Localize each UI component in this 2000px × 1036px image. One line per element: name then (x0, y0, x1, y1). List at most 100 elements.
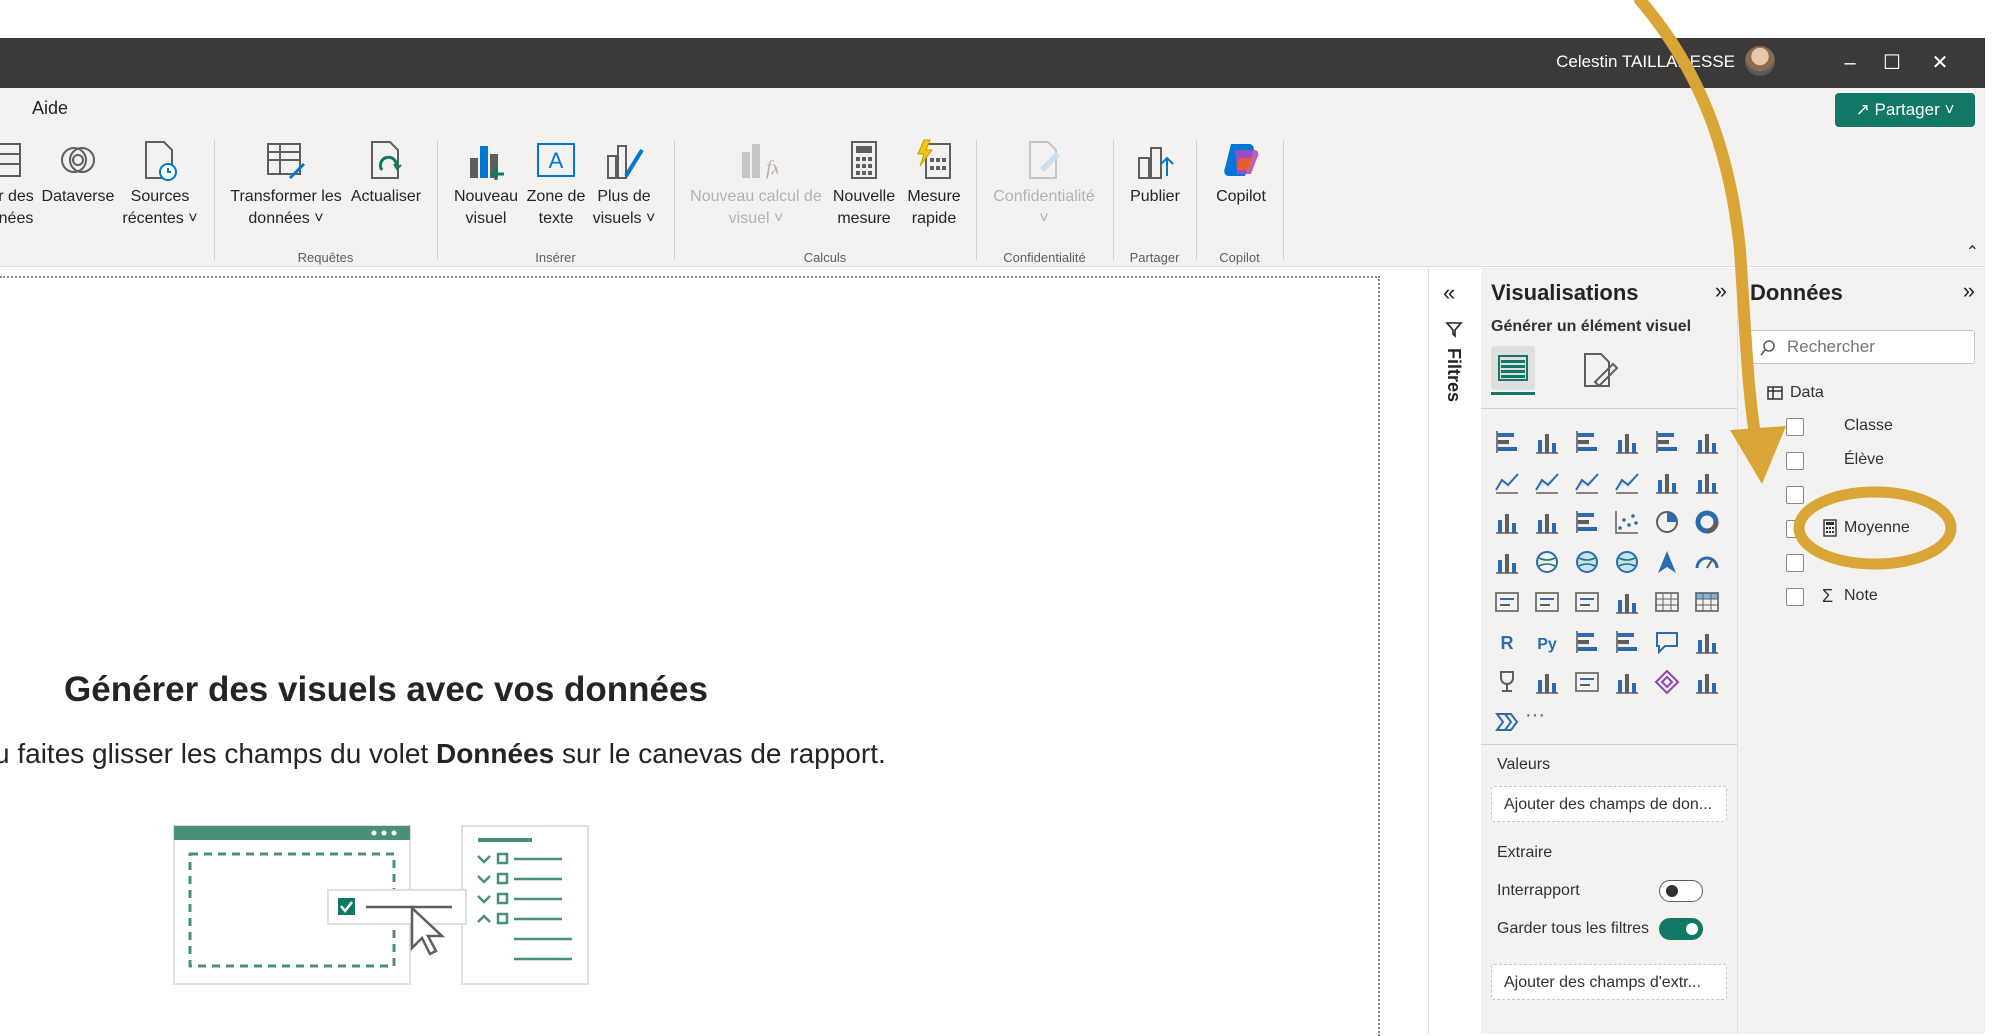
waterfall-icon[interactable] (1533, 508, 1561, 536)
svg-text:fx: fx (766, 157, 778, 179)
expand-left-icon[interactable]: « (1443, 280, 1455, 306)
build-visual-tab[interactable] (1491, 346, 1535, 390)
power-automate-icon[interactable] (1693, 668, 1721, 696)
narrative-icon[interactable] (1493, 708, 1521, 736)
power-apps-icon[interactable] (1653, 668, 1681, 696)
azure-map-icon[interactable] (1653, 548, 1681, 576)
100-bar-icon[interactable] (1653, 428, 1681, 456)
field-checkbox-note[interactable] (1786, 588, 1804, 606)
field-moyenne[interactable]: Moyenne (1844, 519, 1910, 537)
stacked-bar-icon[interactable] (1493, 428, 1521, 456)
shape-map-icon[interactable] (1613, 548, 1641, 576)
table-icon[interactable] (1653, 588, 1681, 616)
maximize-icon[interactable]: ☐ (1877, 48, 1907, 78)
extract-well[interactable]: Ajouter des champs d'extr... (1491, 964, 1727, 1000)
quick-measure-button[interactable]: Mesure rapide (898, 138, 970, 230)
decomposition-tree-icon[interactable] (1613, 628, 1641, 656)
new-measure-label1: Nouvelle (832, 188, 896, 205)
qa-icon[interactable] (1653, 628, 1681, 656)
100-area-icon[interactable] (1613, 468, 1641, 496)
filter-slicer-icon[interactable] (1613, 668, 1641, 696)
recent-sources-button[interactable]: Sources récentes ˅ (120, 138, 200, 230)
filters-pane-collapsed[interactable]: « Filtres (1428, 268, 1482, 1034)
filled-map-icon[interactable] (1573, 548, 1601, 576)
ribbon-icon[interactable] (1493, 508, 1521, 536)
100-column-icon[interactable] (1693, 428, 1721, 456)
clustered-bar-icon[interactable] (1573, 428, 1601, 456)
line-column-icon[interactable] (1653, 468, 1681, 496)
share-button[interactable]: ↗ Partager ˅ (1835, 93, 1975, 127)
funnel-icon[interactable] (1573, 508, 1601, 536)
collapse-data-icon[interactable]: » (1963, 278, 1975, 304)
gauge-icon[interactable] (1693, 548, 1721, 576)
paginated-icon[interactable] (1693, 628, 1721, 656)
minimize-icon[interactable]: – (1835, 48, 1865, 78)
filter-icon (1445, 322, 1463, 338)
sensitivity-icon (1029, 141, 1060, 179)
keep-filters-toggle[interactable] (1659, 918, 1703, 940)
card-icon[interactable] (1493, 588, 1521, 616)
quick-measure-label2: rapide (911, 210, 957, 227)
quick-measure-icon (917, 139, 951, 179)
field-checkbox-hidden[interactable] (1786, 486, 1804, 504)
sensitivity-button[interactable]: Confidentialité ˅ (984, 138, 1104, 230)
new-visual-button[interactable]: Nouveau visuel (444, 138, 528, 230)
line-icon[interactable] (1493, 468, 1521, 496)
treemap-icon[interactable] (1493, 548, 1521, 576)
field-eleve[interactable]: Élève (1844, 451, 1884, 469)
recent-sources-label2: récentes ˅ (122, 210, 198, 227)
stacked-column-icon[interactable] (1533, 428, 1561, 456)
group-calculs: Calculs (803, 250, 847, 265)
format-visual-icon[interactable] (1579, 350, 1619, 390)
text-box-label1: Zone de (526, 188, 586, 205)
text-box-button[interactable]: A Zone de texte (520, 138, 592, 230)
python-visual-icon[interactable]: Py (1533, 628, 1561, 656)
multi-row-card-icon[interactable] (1533, 588, 1561, 616)
avatar[interactable] (1745, 46, 1775, 76)
copilot-button[interactable]: Copilot (1204, 138, 1278, 208)
field-checkbox-classe[interactable] (1786, 418, 1804, 436)
transform-data-button[interactable]: Transformer les données ˅ (226, 138, 346, 230)
smart-narrative-icon[interactable] (1533, 668, 1561, 696)
slicer-icon[interactable] (1613, 588, 1641, 616)
share-label: Partager (1874, 100, 1940, 119)
field-checkbox-moyenne[interactable] (1786, 520, 1804, 538)
new-measure-button[interactable]: Nouvelle mesure (828, 138, 900, 230)
more-visuals-button[interactable]: Plus de visuels ˅ (588, 138, 660, 230)
field-classe[interactable]: Classe (1844, 417, 1893, 435)
search-input[interactable] (1750, 330, 1975, 364)
tab-aide[interactable]: Aide (32, 98, 68, 119)
pie-icon[interactable] (1653, 508, 1681, 536)
matrix-icon[interactable] (1693, 588, 1721, 616)
field-note[interactable]: Note (1844, 587, 1878, 605)
keep-filters-label: Garder tous les filtres (1497, 920, 1650, 937)
separator (1113, 140, 1114, 260)
donut-icon[interactable] (1693, 508, 1721, 536)
table-data-label[interactable]: Data (1790, 384, 1824, 402)
interreport-toggle[interactable] (1659, 880, 1703, 902)
calculator-icon (851, 141, 877, 179)
refresh-button[interactable]: Actualiser (346, 138, 426, 208)
field-checkbox-hidden2[interactable] (1786, 554, 1804, 572)
dataverse-button[interactable]: Dataverse (38, 138, 118, 208)
publish-button[interactable]: Publier (1122, 138, 1188, 208)
goals-icon[interactable] (1493, 668, 1521, 696)
kpi-icon[interactable] (1573, 588, 1601, 616)
close-icon[interactable]: ✕ (1925, 48, 1955, 78)
line-clustered-column-icon[interactable] (1693, 468, 1721, 496)
field-checkbox-eleve[interactable] (1786, 452, 1804, 470)
collapse-ribbon-icon[interactable]: ⌃ (1966, 242, 1979, 262)
scatter-icon[interactable] (1613, 508, 1641, 536)
clustered-column-icon[interactable] (1613, 428, 1641, 456)
stacked-area-icon[interactable] (1573, 468, 1601, 496)
map-icon[interactable] (1533, 548, 1561, 576)
key-influencers-icon[interactable] (1573, 628, 1601, 656)
collapse-viz-icon[interactable]: » (1715, 278, 1727, 304)
new-visual-calc-button[interactable]: fx Nouveau calcul de visuel ˅ (686, 138, 826, 230)
values-well[interactable]: Ajouter des champs de don... (1491, 786, 1727, 822)
r-visual-icon[interactable]: R (1493, 628, 1521, 656)
area-icon[interactable] (1533, 468, 1561, 496)
values-label: Valeurs (1497, 756, 1551, 773)
new-card-icon[interactable] (1573, 668, 1601, 696)
more-visuals-ellipsis[interactable]: ··· (1525, 704, 1545, 727)
